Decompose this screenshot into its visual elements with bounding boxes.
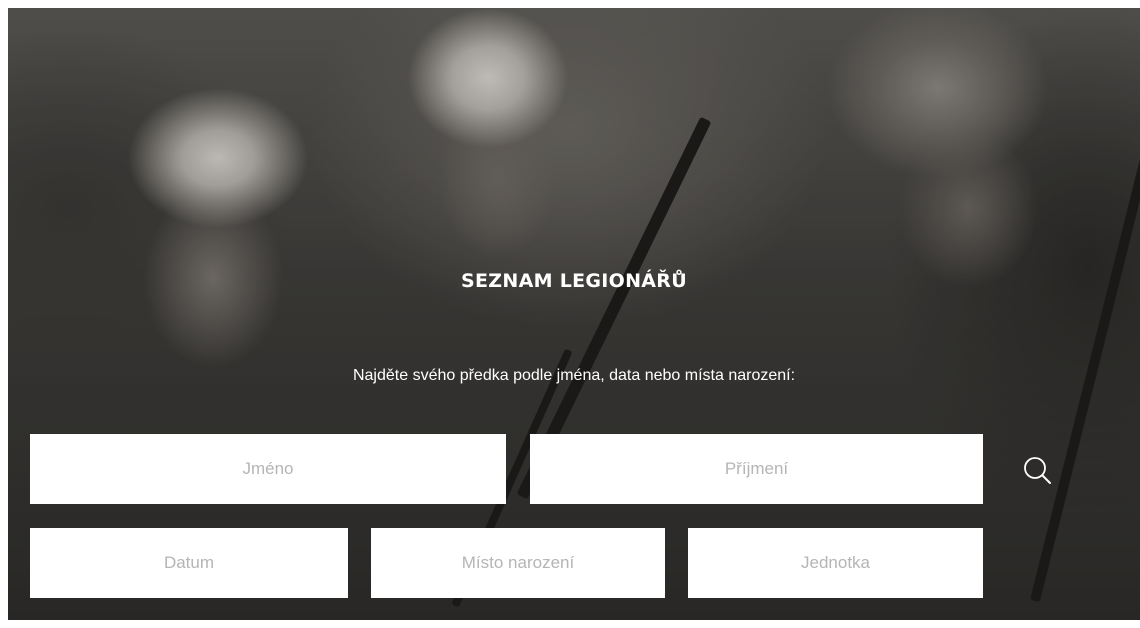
first-name-input[interactable] [30,434,506,504]
search-icon [1024,457,1051,484]
date-input[interactable] [30,528,348,598]
last-name-input[interactable] [530,434,983,504]
birthplace-input[interactable] [371,528,665,598]
hero-background-photo: SEZNAM LEGIONÁŘŮ Najděte svého předka po… [8,8,1140,620]
page-title: SEZNAM LEGIONÁŘŮ [461,270,687,292]
unit-input[interactable] [688,528,983,598]
search-button[interactable] [1018,450,1058,494]
page-subtitle: Najděte svého předka podle jména, data n… [352,367,796,384]
